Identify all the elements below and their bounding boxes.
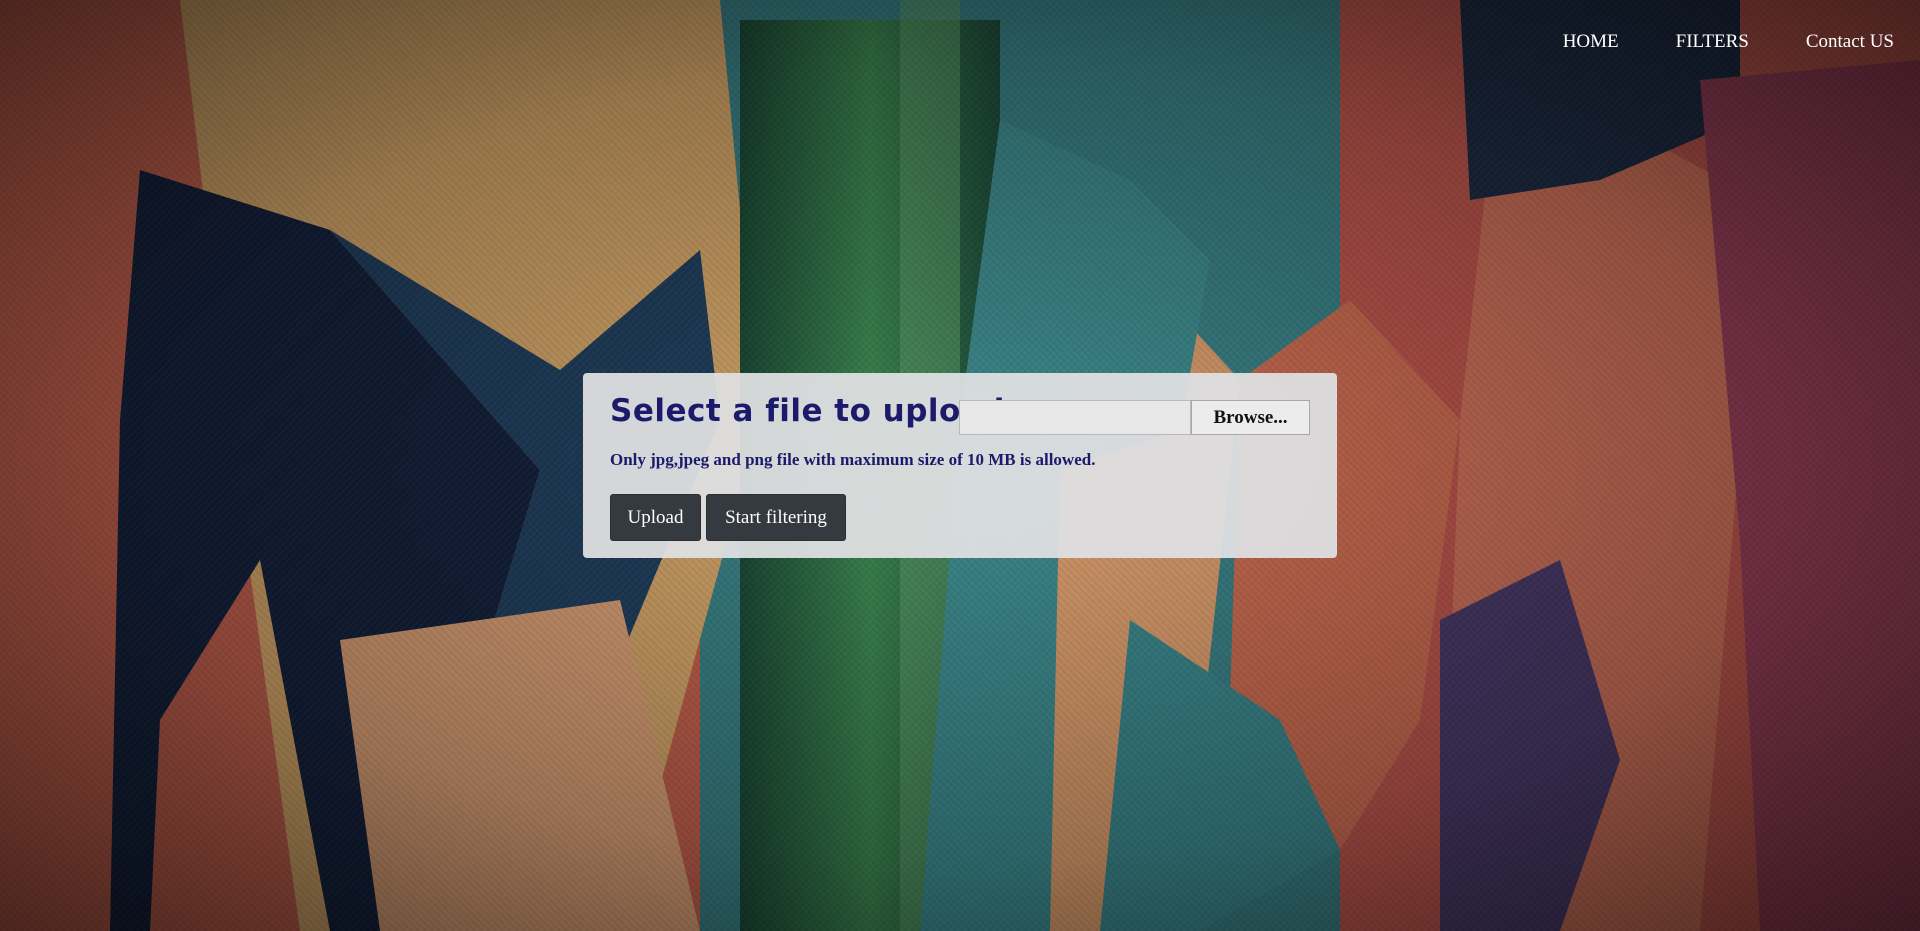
nav-contact-us-link[interactable]: Contact US: [1806, 30, 1894, 54]
upload-heading: Select a file to upload: [610, 393, 1005, 429]
upload-panel: Select a file to upload Browse... Only j…: [583, 373, 1337, 558]
nav-home-link[interactable]: HOME: [1563, 30, 1619, 54]
browse-button[interactable]: Browse...: [1191, 400, 1310, 435]
nav-filters-link[interactable]: FILTERS: [1676, 30, 1749, 54]
start-filtering-button[interactable]: Start filtering: [706, 494, 846, 541]
top-navigation: HOME FILTERS Contact US: [1506, 30, 1894, 54]
upload-button[interactable]: Upload: [610, 494, 701, 541]
file-path-field[interactable]: [959, 400, 1191, 435]
file-requirements-text: Only jpg,jpeg and png file with maximum …: [610, 450, 1096, 469]
